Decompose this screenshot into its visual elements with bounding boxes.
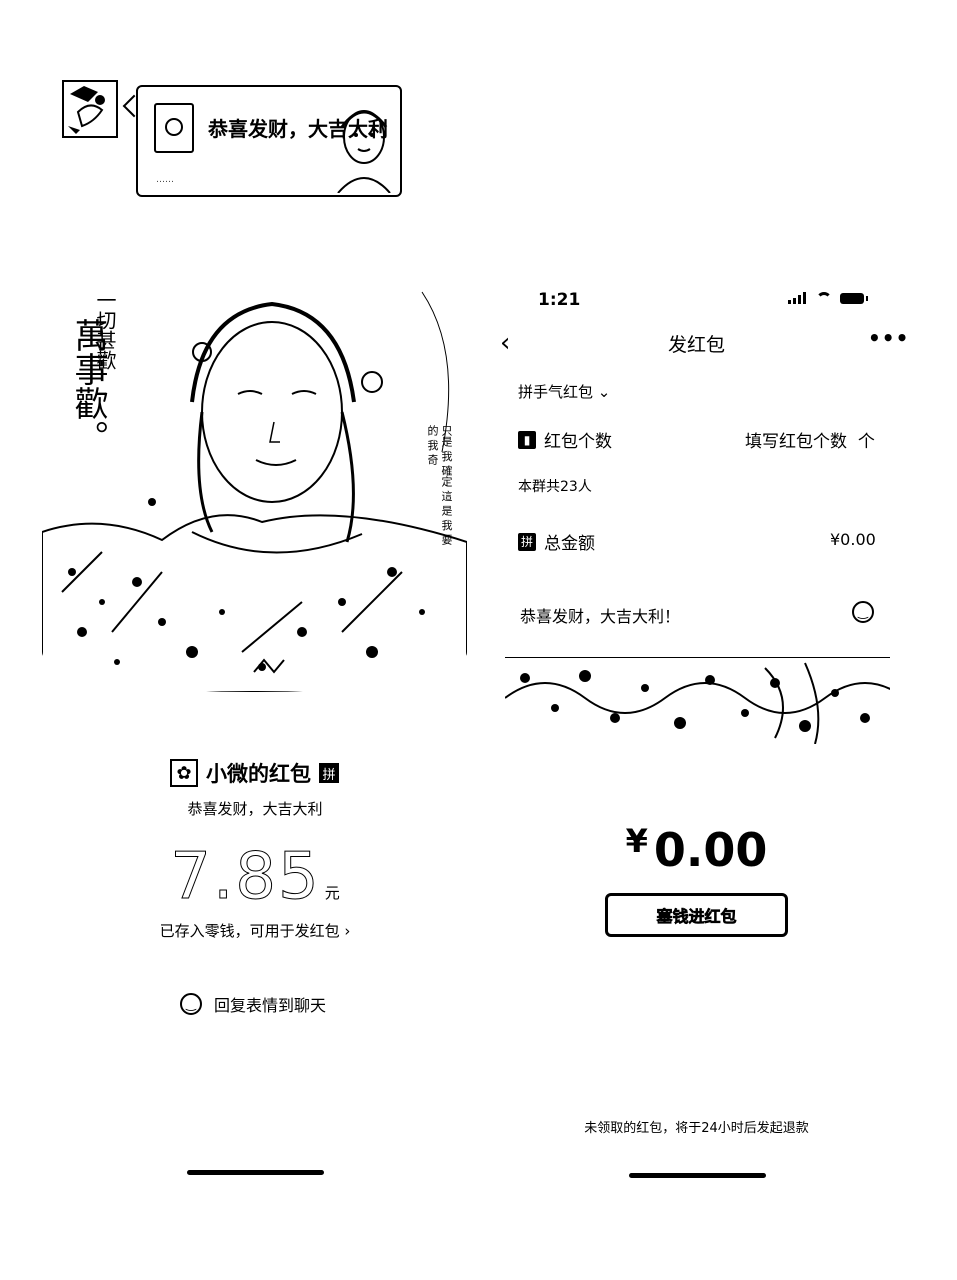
send-red-packet-button[interactable]: 塞钱进红包 <box>605 893 788 937</box>
cover-vertical-text: 只是 我 確定 這 是 我 要 的 我 奇 <box>426 425 453 545</box>
received-greeting: 恭喜发财，大吉大利 <box>187 800 323 818</box>
chat-avatar[interactable] <box>62 80 118 138</box>
greeting-input[interactable]: 恭喜发财，大吉大利！ <box>520 603 680 627</box>
sender-row: ✿ 小微的红包 拼 <box>170 758 339 788</box>
total-row: 拼 总金额 <box>518 529 595 554</box>
status-icons <box>788 292 868 304</box>
more-options-icon[interactable]: ••• <box>868 326 909 350</box>
smile-icon: ‿ <box>180 993 202 1015</box>
red-packet-icon <box>154 103 194 153</box>
red-packet-seal-icon <box>165 118 183 136</box>
count-row: ▮ 红包个数 <box>518 427 612 452</box>
received-amount: 7.85 <box>170 840 321 915</box>
battery-icon <box>840 293 868 304</box>
refund-note: 未领取的红包，将于24小时后发起退款 <box>584 1121 809 1136</box>
stored-to-wallet-link[interactable]: 已存入零钱，可用于发红包 › <box>0 920 510 941</box>
cover-calligraphy-small: 一切甚歡 <box>93 290 117 370</box>
packet-cover-selector[interactable] <box>505 657 890 744</box>
count-placeholder: 填写红包个数 <box>745 432 847 452</box>
sticker-girl-image <box>337 110 391 193</box>
signal-icon <box>788 292 808 304</box>
group-size-note: 本群共23人 <box>518 479 592 495</box>
reply-with-sticker-button[interactable]: ‿ 回复表情到聊天 <box>180 992 326 1016</box>
send-amount-display: ¥0.00 <box>498 822 895 877</box>
total-label: 总金额 <box>544 534 595 554</box>
sender-avatar[interactable]: ✿ <box>170 759 198 787</box>
send-amount: 0.00 <box>653 823 768 877</box>
packet-count-icon: ▮ <box>518 430 536 449</box>
home-indicator-left[interactable] <box>187 1170 324 1175</box>
count-label: 红包个数 <box>544 432 612 452</box>
packet-type-select[interactable]: 拼手气红包 ⌄ <box>518 381 610 402</box>
home-indicator-right[interactable] <box>629 1173 766 1178</box>
count-input[interactable]: 填写红包个数 个 <box>745 427 875 452</box>
send-button-label: 塞钱进红包 <box>656 907 737 927</box>
pin-total-icon: 拼 <box>518 532 536 551</box>
sender-name: 小微的红包 <box>206 762 311 786</box>
wifi-icon <box>816 292 832 304</box>
red-packet-message-footer: …… <box>156 175 174 185</box>
red-packet-message[interactable]: 恭喜发财，大吉大利 …… <box>136 85 402 197</box>
total-amount-input[interactable]: ¥0.00 <box>830 530 876 549</box>
add-emoji-icon[interactable]: ‿ <box>852 601 874 623</box>
reply-label: 回复表情到聊天 <box>214 996 327 1015</box>
status-time: 1:21 <box>538 290 581 310</box>
pin-badge: 拼 <box>319 763 339 783</box>
received-amount-row: 7.85 元 <box>0 840 510 915</box>
count-unit: 个 <box>857 432 875 452</box>
yen-symbol: ¥ <box>625 822 648 860</box>
nav-title: 发红包 <box>667 334 725 356</box>
received-amount-unit: 元 <box>324 884 340 902</box>
